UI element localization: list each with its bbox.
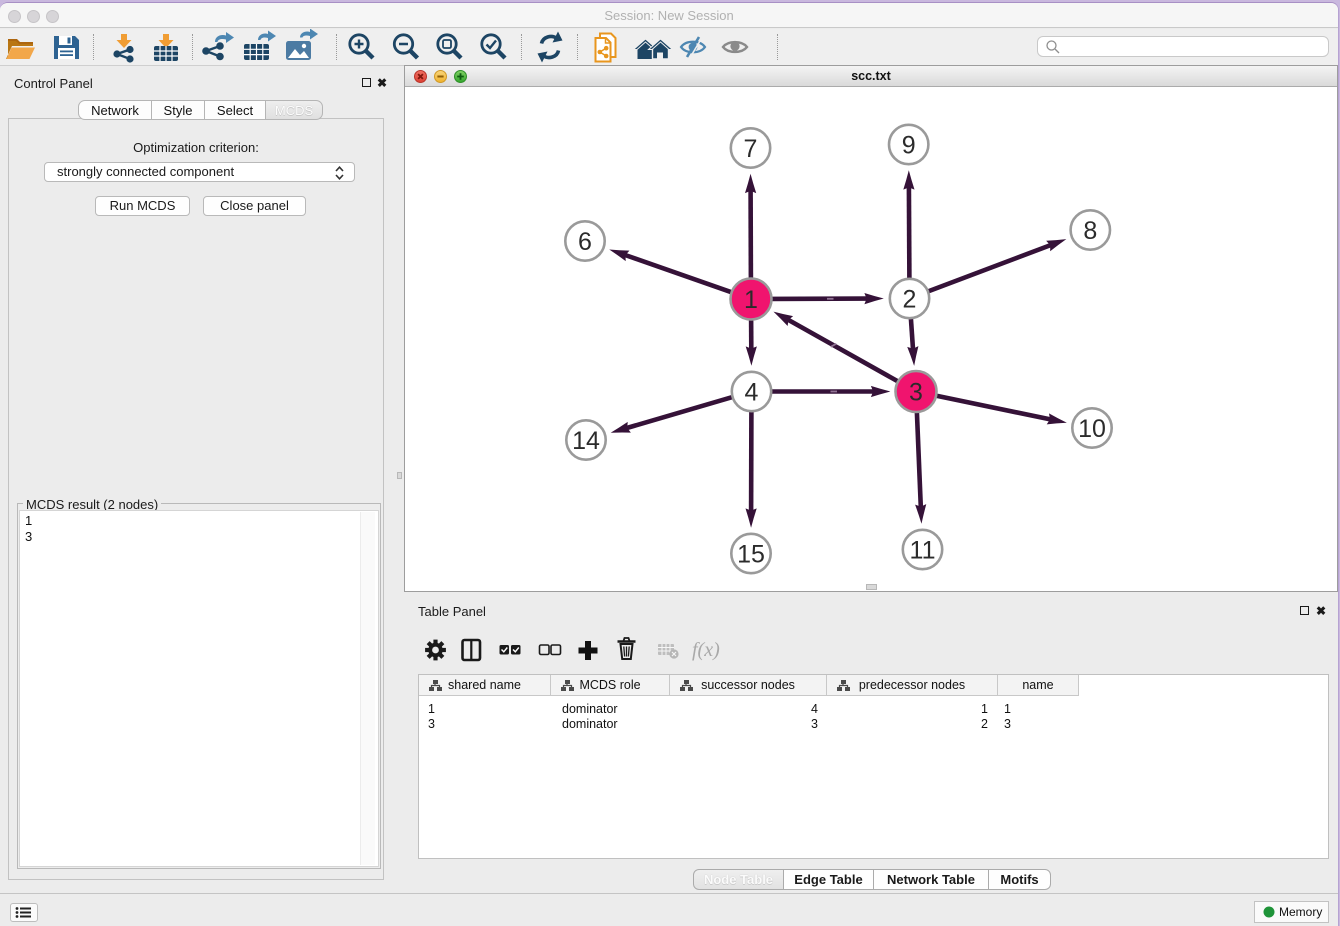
svg-text:10: 10 bbox=[1078, 415, 1106, 443]
svg-text:2: 2 bbox=[903, 286, 917, 314]
svg-text:f(x): f(x) bbox=[692, 639, 720, 661]
svg-text:14: 14 bbox=[572, 427, 600, 455]
svg-text:11: 11 bbox=[910, 537, 936, 565]
svg-text:9: 9 bbox=[902, 132, 916, 160]
svg-text:1: 1 bbox=[744, 286, 758, 314]
svg-text:4: 4 bbox=[745, 379, 759, 407]
svg-text:8: 8 bbox=[1083, 217, 1097, 245]
svg-text:6: 6 bbox=[578, 228, 592, 256]
svg-text:15: 15 bbox=[737, 541, 765, 569]
svg-text:3: 3 bbox=[909, 379, 923, 407]
svg-text:7: 7 bbox=[744, 135, 758, 163]
